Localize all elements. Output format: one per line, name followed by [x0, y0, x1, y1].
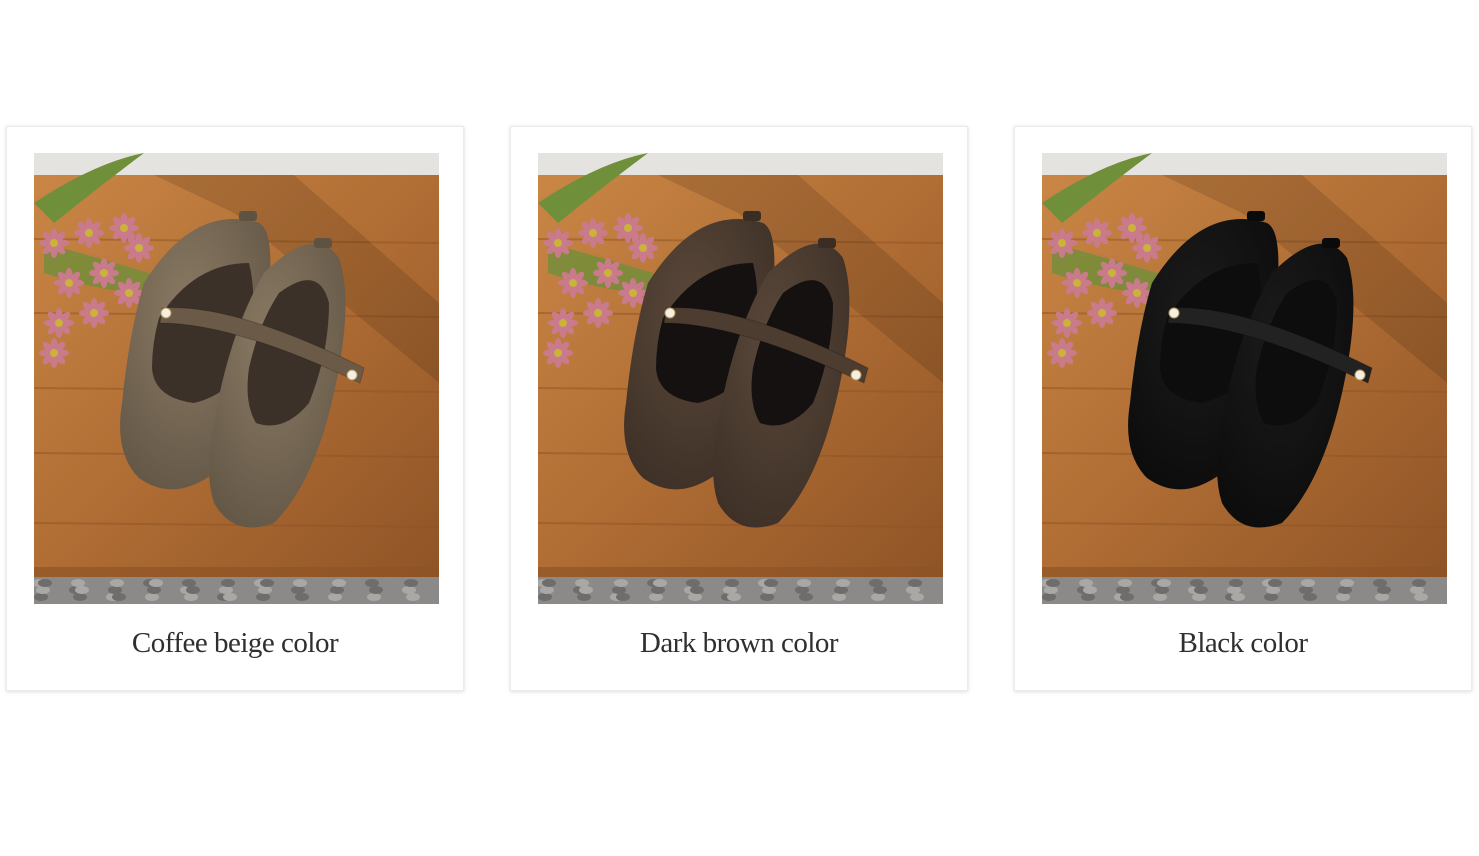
product-photo-illustration — [34, 153, 439, 604]
product-card-dark-brown[interactable]: Dark brown color — [510, 126, 968, 691]
product-card-coffee-beige[interactable]: Coffee beige color — [6, 126, 464, 691]
product-photo-illustration — [1042, 153, 1447, 604]
product-caption: Coffee beige color — [131, 627, 339, 659]
product-caption: Black color — [1178, 627, 1308, 659]
product-caption: Dark brown color — [639, 627, 839, 659]
product-photo-illustration — [538, 153, 943, 604]
product-card-black[interactable]: Black color — [1014, 126, 1472, 691]
product-photo — [538, 153, 943, 604]
product-photo — [1042, 153, 1447, 604]
product-photo — [34, 153, 439, 604]
